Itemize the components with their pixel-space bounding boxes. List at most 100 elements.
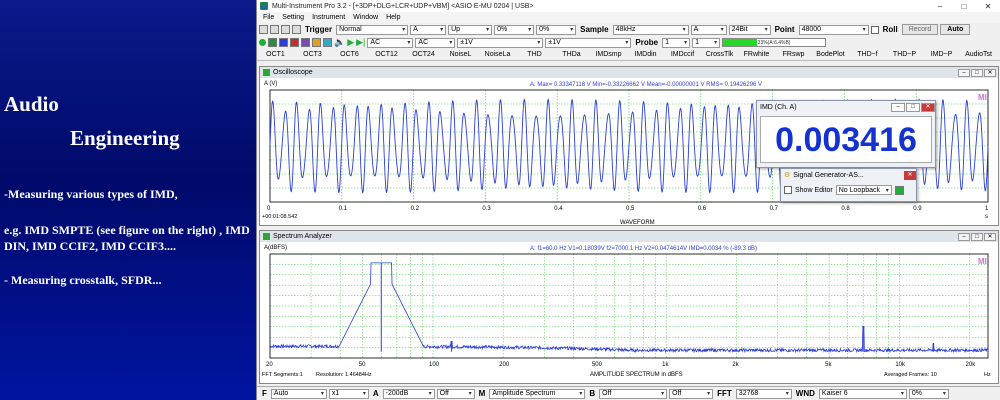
- print-icon[interactable]: [281, 25, 290, 34]
- maximize-button[interactable]: □: [952, 2, 976, 11]
- osc-x-axis-label: WAVEFORM: [620, 220, 655, 226]
- osc-x-tick: 0.6: [698, 206, 707, 212]
- tab-noisela[interactable]: NoiseLa: [479, 51, 516, 58]
- range-a-select[interactable]: ±1V: [457, 37, 544, 48]
- start-icon[interactable]: [259, 39, 266, 46]
- m-mode-select[interactable]: Amplitude Spectrum: [489, 388, 586, 399]
- minimize-button[interactable]: –: [928, 2, 952, 11]
- osc-close-button[interactable]: ✕: [984, 68, 996, 77]
- sample-rate-select[interactable]: 48kHz: [612, 24, 689, 35]
- tab-crosstlk[interactable]: CrossTlk: [701, 51, 738, 58]
- spec-resolution: Resolution: 1.46484Hz: [316, 372, 372, 378]
- spec-minimize-button[interactable]: –: [958, 232, 970, 241]
- siggen-close-button[interactable]: ✕: [904, 170, 916, 180]
- range-b-select[interactable]: ±1V: [545, 37, 632, 48]
- speaker-icon[interactable]: 🔈: [334, 37, 345, 48]
- close-button[interactable]: ✕: [976, 2, 1000, 11]
- trigger-channel-select[interactable]: A: [410, 24, 447, 35]
- overlap-select[interactable]: 0%: [908, 388, 949, 399]
- tab-thd[interactable]: THD: [516, 51, 553, 58]
- meter-icon[interactable]: [301, 38, 310, 47]
- tab-thda[interactable]: THDa: [553, 51, 590, 58]
- point-select[interactable]: 48000: [798, 24, 869, 35]
- osc-maximize-button[interactable]: □: [971, 68, 983, 77]
- coupling-a-select[interactable]: AC: [367, 37, 414, 48]
- spectrum-settings-bar: F Auto x1 A -200dB Off M Amplitude Spect…: [257, 386, 1000, 400]
- copy-icon[interactable]: [292, 25, 301, 34]
- f-mode-select[interactable]: Auto: [270, 388, 327, 399]
- x-scale-select[interactable]: x1: [328, 388, 369, 399]
- spectrum-icon[interactable]: [279, 38, 288, 47]
- tab-bodeplot[interactable]: BodePlot: [812, 51, 849, 58]
- spectrum-panel: Spectrum Analyzer – □ ✕ A(dBFS) A: f1=60…: [259, 230, 999, 384]
- multimeter-icon[interactable]: [312, 38, 321, 47]
- trigger-level-1[interactable]: 0%: [494, 24, 535, 35]
- save-file-icon[interactable]: [270, 25, 279, 34]
- fft-label: FFT: [717, 389, 732, 398]
- channel-select[interactable]: A: [690, 24, 727, 35]
- spec-segments: FFT Segments:1: [262, 372, 303, 378]
- tab-imddin[interactable]: IMDdin: [627, 51, 664, 58]
- step-icon[interactable]: ▶|: [356, 37, 365, 48]
- menu-window[interactable]: Window: [349, 14, 382, 21]
- probe-a-select[interactable]: 1: [662, 37, 691, 48]
- spec-close-button[interactable]: ✕: [984, 232, 996, 241]
- point-label: Point: [774, 25, 795, 34]
- spec-maximize-button[interactable]: □: [971, 232, 983, 241]
- tab-oct3[interactable]: OCT3: [294, 51, 331, 58]
- spectrum-plot[interactable]: A(dBFS) A: f1=60.0 Hz V1=0.18039V f2=700…: [260, 242, 998, 384]
- menu-setting[interactable]: Setting: [278, 14, 308, 21]
- toolbar-row-1: Trigger Normal A Up 0% 0% Sample 48kHz A…: [257, 23, 1000, 36]
- tab-oct12[interactable]: OCT12: [368, 51, 405, 58]
- generator-icon[interactable]: [290, 38, 299, 47]
- tab-frwhite[interactable]: FRwhite: [738, 51, 775, 58]
- probe-b-select[interactable]: 1: [692, 37, 721, 48]
- trigger-level-2[interactable]: 0%: [536, 24, 577, 35]
- tab-oct6[interactable]: OCT6: [331, 51, 368, 58]
- a-floor-select[interactable]: -200dB: [382, 388, 435, 399]
- imd-window-titlebar: IMD (Ch. A) – □ ✕: [757, 101, 935, 114]
- oscilloscope-icon[interactable]: [268, 38, 277, 47]
- siggen-start-icon[interactable]: [894, 185, 904, 195]
- signal-generator-window[interactable]: ⚙ Signal Generator-AS... ✕ Show Editor N…: [780, 168, 917, 202]
- play-icon[interactable]: ▶: [347, 37, 354, 48]
- tab-noisel[interactable]: NoiseL: [442, 51, 479, 58]
- menu-help[interactable]: Help: [382, 14, 404, 21]
- toolbar-row-2: 🔈 ▶ ▶| AC AC ±1V ±1V Probe 1 1 33%(A:6.4…: [257, 36, 1000, 49]
- tab-oct1[interactable]: OCT1: [257, 51, 294, 58]
- imd-window[interactable]: IMD (Ch. A) – □ ✕ 0.003416 %: [756, 100, 936, 206]
- spec-series-a: [269, 262, 989, 354]
- trigger-edge-select[interactable]: Up: [448, 24, 493, 35]
- tab-imdccif[interactable]: IMDccif: [664, 51, 701, 58]
- tab-thd-f[interactable]: THD~f: [849, 51, 886, 58]
- spectrogram-icon[interactable]: [323, 38, 332, 47]
- menu-instrument[interactable]: Instrument: [308, 14, 349, 21]
- fft-size-select[interactable]: 32768: [735, 388, 792, 399]
- coupling-b-select[interactable]: AC: [415, 37, 456, 48]
- imd-minimize-button[interactable]: –: [891, 103, 905, 112]
- window-function-select[interactable]: Kaiser 6: [818, 388, 907, 399]
- imd-restore-button[interactable]: □: [906, 103, 920, 112]
- loopback-select[interactable]: No Loopback: [835, 185, 892, 195]
- tab-audiotst[interactable]: AudioTst: [960, 51, 997, 58]
- imd-close-button[interactable]: ✕: [921, 103, 935, 112]
- b-off-select-1[interactable]: Off: [599, 388, 668, 399]
- tab-imdsmp[interactable]: IMDsmp: [590, 51, 627, 58]
- open-file-icon[interactable]: [259, 25, 268, 34]
- spec-x-tick: 20: [266, 362, 273, 368]
- show-editor-checkbox[interactable]: [784, 186, 792, 194]
- tab-imd-p[interactable]: IMD~P: [923, 51, 960, 58]
- trigger-mode-select[interactable]: Normal: [336, 24, 409, 35]
- record-button[interactable]: Record: [901, 24, 939, 35]
- tab-thd-p[interactable]: THD~P: [886, 51, 923, 58]
- tab-oct24[interactable]: OCT24: [405, 51, 442, 58]
- menu-file[interactable]: File: [259, 14, 278, 21]
- tab-frswp[interactable]: FRswp: [775, 51, 812, 58]
- promo-bullet-3: - Measuring crosstalk, SFDR...: [4, 273, 162, 287]
- osc-minimize-button[interactable]: –: [958, 68, 970, 77]
- roll-checkbox[interactable]: [870, 25, 879, 34]
- b-off-select-2[interactable]: Off: [669, 388, 714, 399]
- bit-depth-select[interactable]: 24Bit: [728, 24, 771, 35]
- auto-button[interactable]: Auto: [940, 24, 971, 35]
- a-off-select[interactable]: Off: [436, 388, 475, 399]
